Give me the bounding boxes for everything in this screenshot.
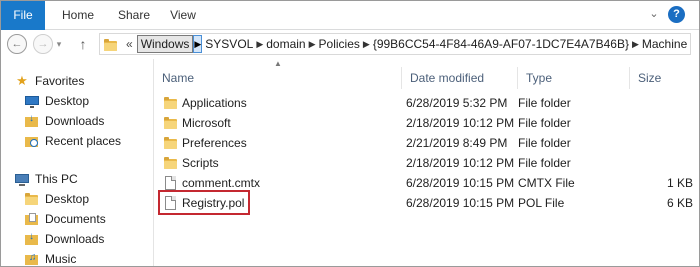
file-row-preferences[interactable]: Preferences 2/21/2019 8:49 PM File folde…: [154, 133, 699, 153]
nav-item-label: Downloads: [45, 232, 105, 246]
nav-this-pc-label: This PC: [35, 172, 78, 186]
documents-icon: [25, 212, 39, 226]
file-type: File folder: [518, 136, 571, 150]
folder-icon: [104, 38, 120, 51]
ribbon-controls: ⌄ ?: [646, 6, 685, 23]
breadcrumb-machine[interactable]: Machine: [639, 37, 690, 51]
navigation-bar: ← → ▾ ↑ « Windows ▶ SYSVOL ▶ domain ▶ Po…: [1, 31, 699, 57]
breadcrumb-separator-icon[interactable]: ▶: [309, 39, 316, 50]
file-name: Scripts: [182, 156, 219, 170]
ribbon: File Home Share View ⌄ ?: [1, 1, 699, 30]
file-row-scripts[interactable]: Scripts 2/18/2019 10:12 PM File folder: [154, 153, 699, 173]
music-icon: ♫: [25, 252, 39, 266]
file-type: POL File: [518, 196, 565, 210]
recent-locations-icon[interactable]: ▾: [53, 36, 65, 52]
file-size: 6 KB: [666, 196, 693, 210]
nav-this-pc[interactable]: This PC: [15, 169, 145, 189]
nav-item-documents[interactable]: Documents: [25, 209, 145, 229]
up-arrow-icon[interactable]: ↑: [75, 34, 91, 54]
star-icon: ★: [16, 73, 28, 88]
breadcrumb-sysvol[interactable]: SYSVOL: [202, 37, 256, 51]
nav-item-label: Recent places: [45, 134, 122, 148]
file-date: 2/18/2019 10:12 PM: [406, 156, 515, 170]
nav-item-downloads[interactable]: ↓ Downloads: [25, 229, 145, 249]
breadcrumb-separator-icon[interactable]: ▶: [256, 39, 263, 50]
file-date: 2/18/2019 10:12 PM: [406, 116, 515, 130]
breadcrumb-windows[interactable]: Windows: [136, 35, 194, 53]
folder-icon: [164, 96, 178, 110]
breadcrumb-policies[interactable]: Policies: [316, 37, 363, 51]
column-header-date-modified[interactable]: Date modified: [402, 67, 518, 89]
file-date: 2/21/2019 8:49 PM: [406, 136, 508, 150]
nav-item-recent-places[interactable]: Recent places: [25, 131, 145, 151]
computer-icon: [15, 172, 29, 186]
forward-button[interactable]: →: [33, 34, 53, 54]
file-date: 6/28/2019 10:15 PM: [406, 176, 515, 190]
explorer-window: File Home Share View ⌄ ? ← → ▾ ↑ « Windo…: [0, 0, 700, 267]
nav-favorites[interactable]: ★ Favorites: [15, 71, 145, 91]
back-button[interactable]: ←: [7, 34, 27, 54]
help-icon[interactable]: ?: [668, 6, 685, 23]
breadcrumb-separator-icon[interactable]: ▶: [690, 39, 691, 50]
nav-item-label: Desktop: [45, 192, 90, 206]
nav-item-desktop[interactable]: Desktop: [25, 189, 145, 209]
navigation-pane: ★ Favorites Desktop ↓ Downloads Recent p…: [1, 59, 147, 266]
tab-home[interactable]: Home: [45, 1, 111, 30]
file-type: File folder: [518, 156, 571, 170]
desktop-icon: [25, 94, 39, 108]
file-size: 1 KB: [666, 176, 693, 190]
column-header-type[interactable]: Type: [518, 67, 630, 89]
column-header-size[interactable]: Size: [630, 67, 696, 89]
file-icon: [164, 176, 178, 190]
file-name: Microsoft: [182, 116, 231, 130]
downloads-icon: ↓: [25, 232, 39, 246]
address-bar[interactable]: « Windows ▶ SYSVOL ▶ domain ▶ Policies ▶…: [99, 33, 691, 55]
nav-item-label: Documents: [45, 212, 106, 226]
file-date: 6/28/2019 5:32 PM: [406, 96, 508, 110]
file-type: CMTX File: [518, 176, 575, 190]
tab-file[interactable]: File: [1, 1, 45, 30]
recent-places-icon: [25, 134, 39, 148]
folder-icon: [164, 116, 178, 130]
file-name: Preferences: [182, 136, 247, 150]
breadcrumb-overflow[interactable]: «: [126, 37, 133, 51]
nav-item-desktop[interactable]: Desktop: [25, 91, 145, 111]
tab-view[interactable]: View: [157, 1, 209, 30]
breadcrumb-separator-icon[interactable]: ▶: [632, 39, 639, 50]
file-name: Applications: [182, 96, 247, 110]
column-header-name[interactable]: Name: [154, 67, 402, 89]
chevron-down-icon[interactable]: ⌄: [646, 6, 662, 22]
folder-icon: [164, 156, 178, 170]
nav-favorites-label: Favorites: [35, 74, 85, 88]
file-type: File folder: [518, 96, 571, 110]
nav-item-music[interactable]: ♫ Music: [25, 249, 145, 266]
breadcrumb-policy-guid[interactable]: {99B6CC54-4F84-46A9-AF07-1DC7E4A7B46B}: [370, 37, 632, 51]
breadcrumb-separator-icon[interactable]: ▶: [363, 39, 370, 50]
highlight-box: [158, 190, 250, 215]
nav-item-label: Desktop: [45, 94, 90, 108]
file-date: 6/28/2019 10:15 PM: [406, 196, 515, 210]
nav-item-downloads[interactable]: ↓ Downloads: [25, 111, 145, 131]
file-row-applications[interactable]: Applications 6/28/2019 5:32 PM File fold…: [154, 93, 699, 113]
file-list: ▲ Name Date modified Type Size Applicati…: [154, 59, 699, 266]
tab-share[interactable]: Share: [111, 1, 157, 30]
folder-icon: [164, 136, 178, 150]
breadcrumb-separator-icon[interactable]: ▶: [193, 35, 203, 53]
breadcrumb-domain[interactable]: domain: [263, 37, 308, 51]
file-type: File folder: [518, 116, 571, 130]
folder-icon: [25, 192, 39, 206]
nav-item-label: Music: [45, 252, 77, 266]
file-row-microsoft[interactable]: Microsoft 2/18/2019 10:12 PM File folder: [154, 113, 699, 133]
downloads-icon: ↓: [25, 114, 39, 128]
nav-item-label: Downloads: [45, 114, 105, 128]
